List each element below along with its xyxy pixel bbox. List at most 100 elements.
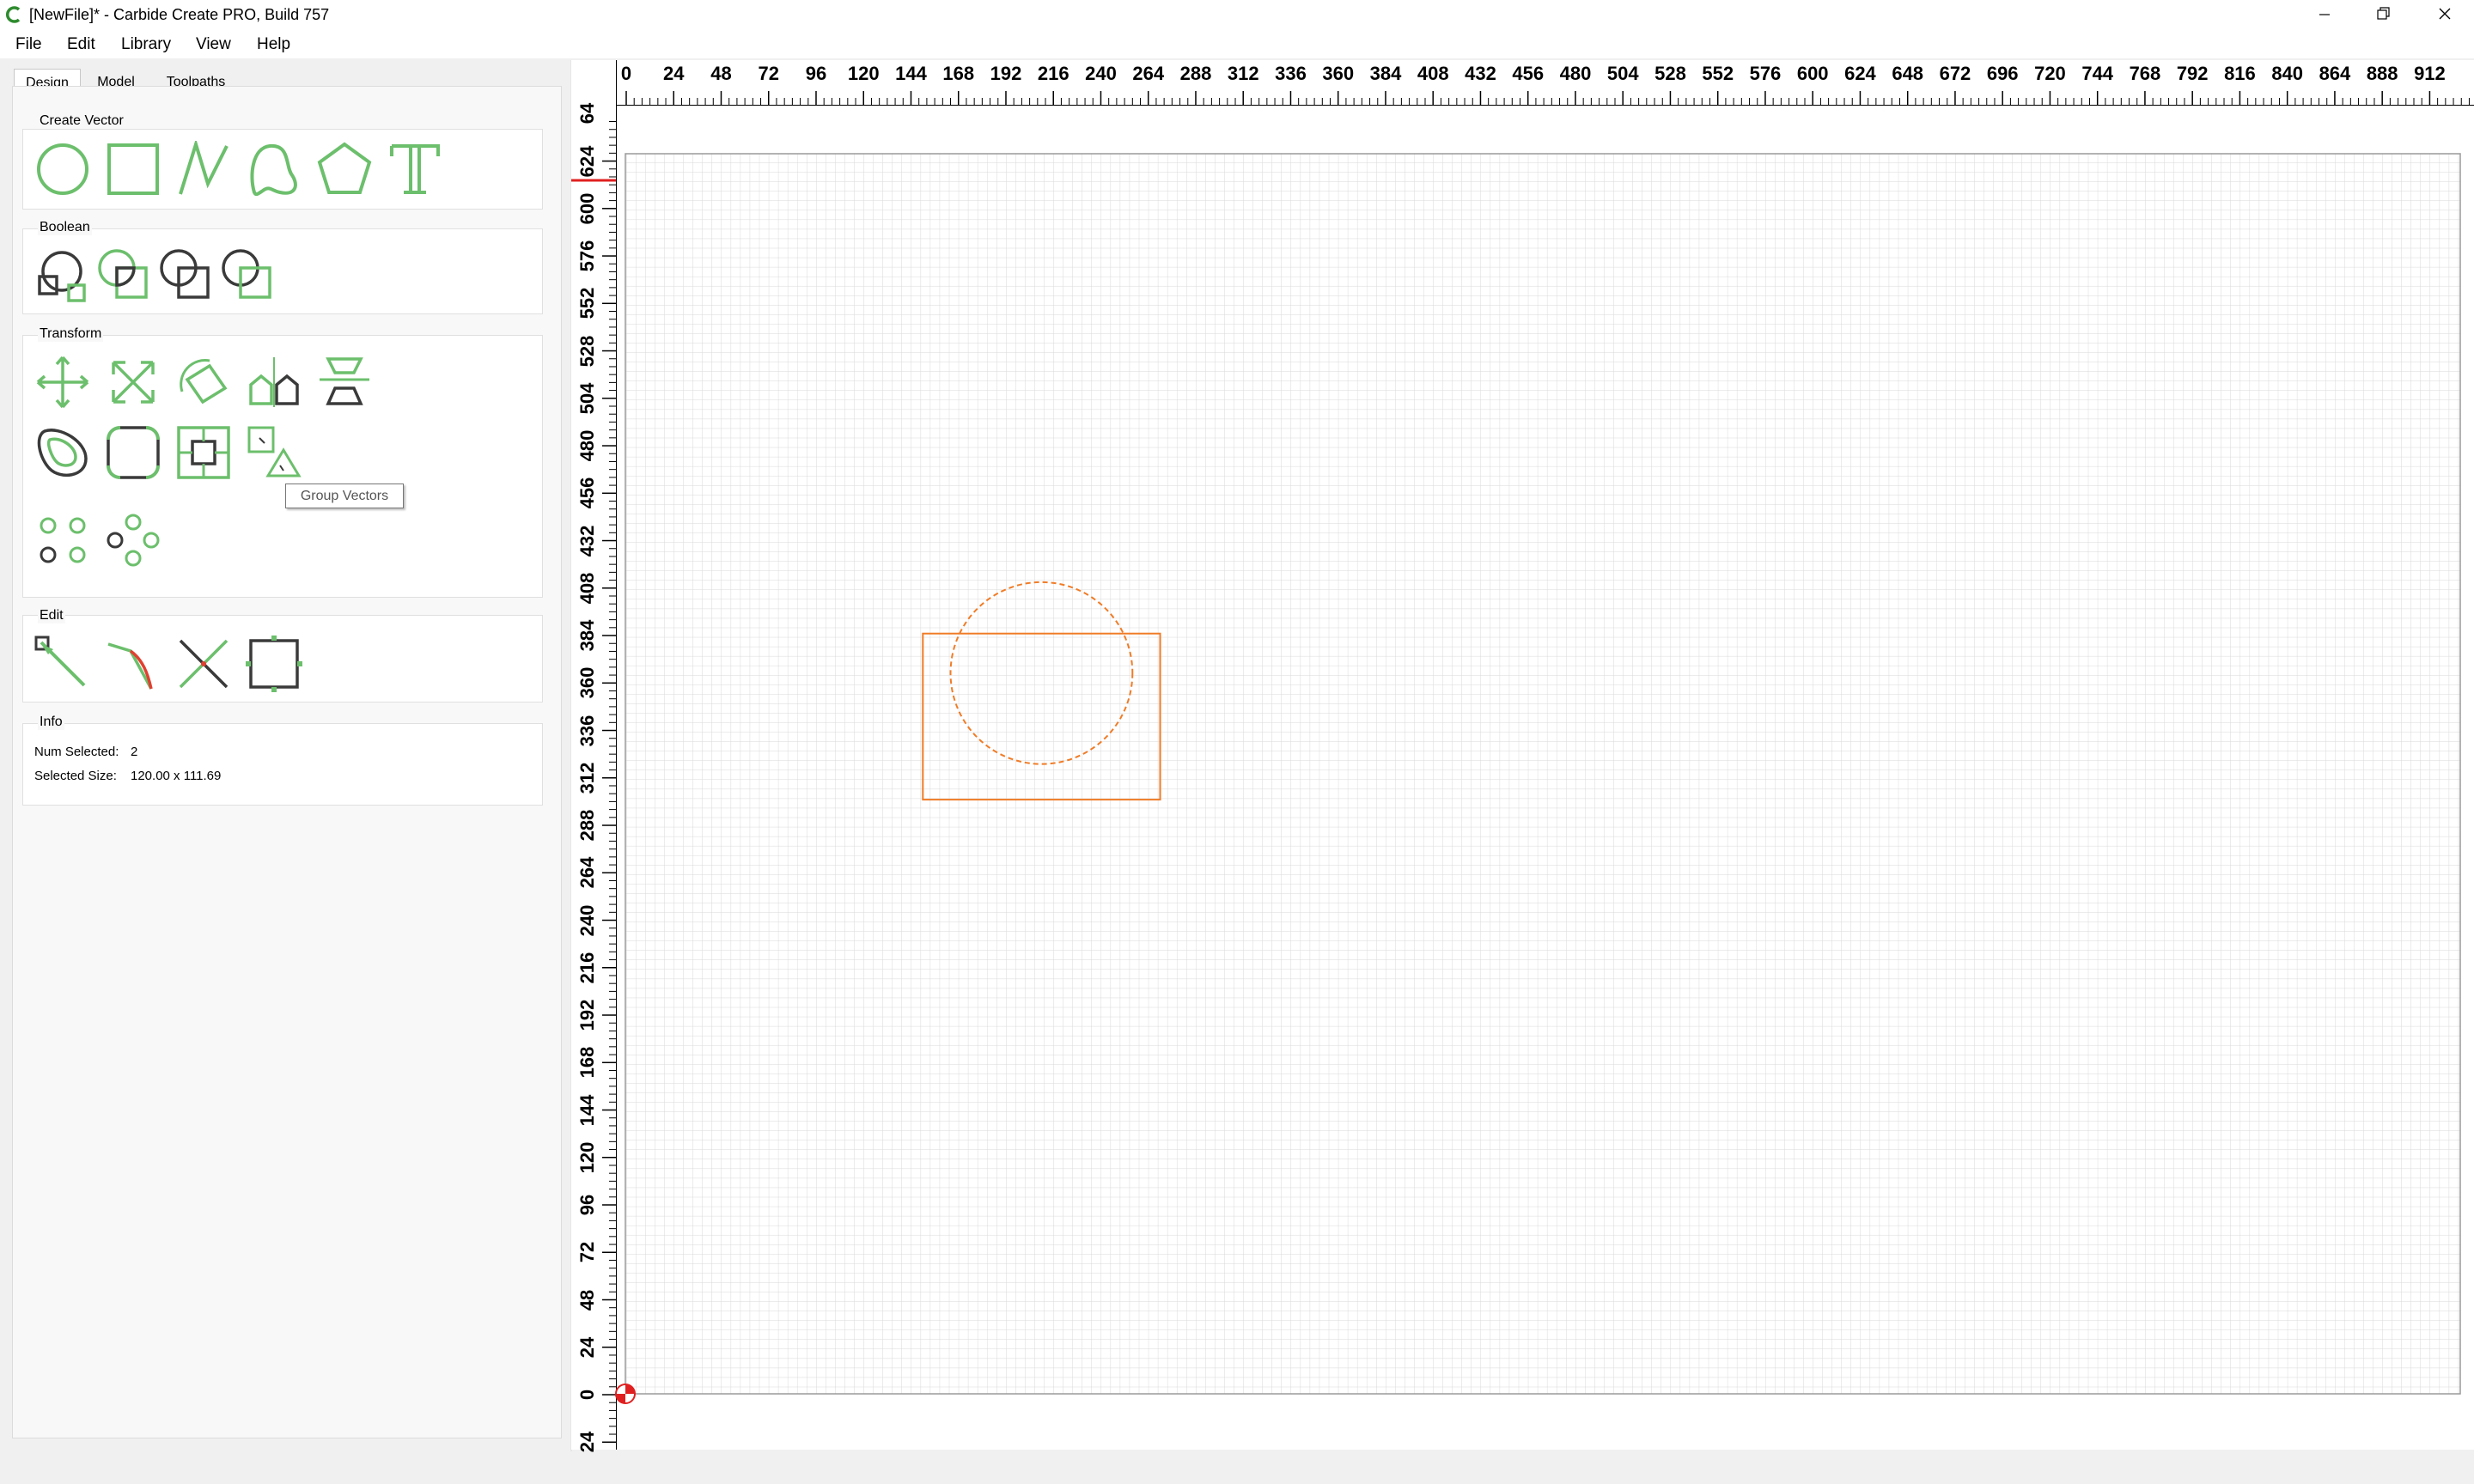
group-vectors-tooltip: Group Vectors xyxy=(285,484,404,508)
menu-file[interactable]: File xyxy=(15,34,42,55)
menu-view[interactable]: View xyxy=(196,34,231,55)
ruler-v-label: 312 xyxy=(576,762,598,794)
offset-icon[interactable] xyxy=(34,424,91,481)
ruler-h-label: 168 xyxy=(942,63,975,84)
ruler-h-label: 480 xyxy=(1559,63,1592,84)
ruler-h-label: 720 xyxy=(2034,63,2066,84)
mirror-icon[interactable] xyxy=(246,354,302,411)
fillet-icon[interactable] xyxy=(105,424,161,481)
smooth-icon[interactable] xyxy=(105,636,161,692)
ruler-h-label: 528 xyxy=(1654,63,1686,84)
ruler-v-label: 216 xyxy=(576,952,598,984)
ruler-v-label: 456 xyxy=(576,477,598,509)
ruler-v-label: 192 xyxy=(576,999,598,1031)
ruler-v-label: 48 xyxy=(576,1289,598,1311)
window-title: [NewFile]* - Carbide Create PRO, Build 7… xyxy=(29,6,330,23)
circular-array-icon[interactable] xyxy=(105,512,161,569)
ruler-v-label: 360 xyxy=(576,666,598,699)
ruler-h-label: 696 xyxy=(1986,63,2019,84)
num-selected-value: 2 xyxy=(131,745,138,759)
num-selected-label: Num Selected: xyxy=(34,745,119,759)
info-group xyxy=(22,723,543,806)
ruler-v-label: 288 xyxy=(576,809,598,842)
ruler-h-label: 336 xyxy=(1275,63,1307,84)
title-bar: [NewFile]* - Carbide Create PRO, Build 7… xyxy=(0,0,2474,31)
design-canvas[interactable] xyxy=(617,106,2474,1450)
polyline-icon[interactable] xyxy=(175,141,232,198)
ruler-h-label: 288 xyxy=(1179,63,1212,84)
ruler-h-label: 408 xyxy=(1417,63,1449,84)
move-icon[interactable] xyxy=(34,354,91,411)
ruler-h-label: 552 xyxy=(1702,63,1734,84)
menu-library[interactable]: Library xyxy=(121,34,171,55)
union-icon[interactable] xyxy=(34,247,91,304)
ruler-h-label: 624 xyxy=(1844,63,1876,84)
create-vector-title: Create Vector xyxy=(38,113,125,129)
ruler-v-label: 168 xyxy=(576,1046,598,1079)
selected-size-value: 120.00 x 111.69 xyxy=(131,769,222,783)
ruler-h-label: 792 xyxy=(2176,63,2209,84)
restore-button[interactable] xyxy=(2354,0,2412,31)
exclude-icon[interactable] xyxy=(220,247,277,304)
boolean-title: Boolean xyxy=(38,220,92,235)
ruler-h-label: 240 xyxy=(1085,63,1117,84)
ruler-v-label: 408 xyxy=(576,572,598,605)
ruler-v-label: 576 xyxy=(576,240,598,272)
menu-edit[interactable]: Edit xyxy=(67,34,95,55)
ruler-v-label: 120 xyxy=(576,1141,598,1174)
ruler-h-label: 216 xyxy=(1037,63,1069,84)
circle-icon[interactable] xyxy=(34,141,91,198)
ruler-h-label: 312 xyxy=(1227,63,1259,84)
scale-icon[interactable] xyxy=(105,354,161,411)
node-edit-icon[interactable] xyxy=(34,636,91,692)
ruler-h-label: 816 xyxy=(2224,63,2256,84)
ruler-v-label: 480 xyxy=(576,429,598,462)
info-title: Info xyxy=(38,715,64,730)
ruler-v-label: 144 xyxy=(576,1094,598,1126)
rectangle-icon[interactable] xyxy=(105,141,161,198)
ruler-h-label: 456 xyxy=(1512,63,1545,84)
ruler-v-label: 432 xyxy=(576,525,598,556)
text-icon[interactable] xyxy=(387,141,443,198)
rotate-icon[interactable] xyxy=(175,354,232,411)
ruler-h-label: 0 xyxy=(620,63,632,84)
ruler-h-label: 744 xyxy=(2081,63,2114,84)
minimize-button[interactable] xyxy=(2295,0,2354,31)
ruler-v-label: 384 xyxy=(576,619,598,652)
ruler-v-label: 624 xyxy=(576,145,598,177)
ruler-v-label: 600 xyxy=(576,192,598,225)
menu-bar: File Edit Library View Help xyxy=(0,31,2474,58)
ruler-h-label: 144 xyxy=(895,63,927,84)
ruler-v-label: 96 xyxy=(576,1194,598,1216)
bounding-box-icon[interactable] xyxy=(246,636,302,692)
subtract-icon[interactable] xyxy=(96,247,153,304)
linear-array-icon[interactable] xyxy=(34,512,91,569)
ruler-v-label: 0 xyxy=(576,1389,598,1401)
ruler-v-label: 528 xyxy=(576,335,598,367)
ruler-h-label: 96 xyxy=(805,63,827,84)
ungroup-icon[interactable] xyxy=(246,424,302,481)
stock-area xyxy=(625,153,2461,1395)
ruler-v-label: 64 xyxy=(576,102,598,125)
ruler-h-label: 504 xyxy=(1606,63,1639,84)
origin-marker-icon xyxy=(615,1384,636,1404)
ruler-v-label: 264 xyxy=(576,856,598,889)
group-icon[interactable] xyxy=(175,424,232,481)
ruler-h-label: 360 xyxy=(1322,63,1355,84)
ruler-h-label: 672 xyxy=(1939,63,1971,84)
ruler-v-label: 24 xyxy=(576,1336,598,1358)
app-logo-icon xyxy=(5,6,21,23)
ruler-h-label: 384 xyxy=(1369,63,1402,84)
intersect-icon[interactable] xyxy=(158,247,215,304)
ruler-h-label: 912 xyxy=(2414,63,2446,84)
ruler-h-label: 264 xyxy=(1132,63,1165,84)
curve-icon[interactable] xyxy=(246,141,302,198)
close-button[interactable] xyxy=(2416,0,2474,31)
transform-title: Transform xyxy=(38,326,104,342)
align-icon[interactable] xyxy=(316,354,373,411)
polygon-icon[interactable] xyxy=(316,141,373,198)
trim-icon[interactable] xyxy=(175,636,232,692)
ruler-v-label: 72 xyxy=(576,1242,598,1263)
ruler-v-label: 552 xyxy=(576,287,598,319)
menu-help[interactable]: Help xyxy=(257,34,290,55)
